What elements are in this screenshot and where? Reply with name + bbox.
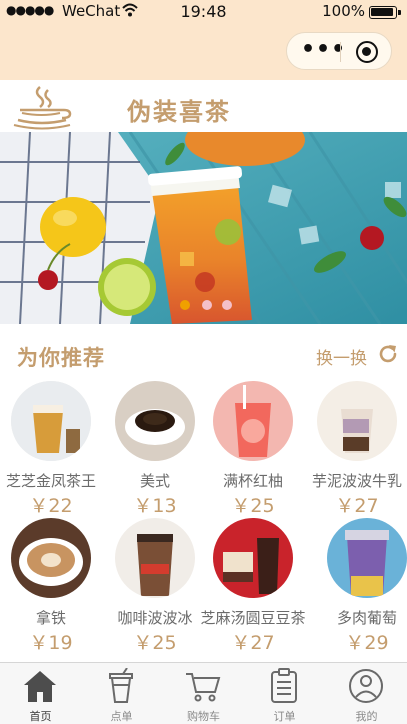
profile-icon xyxy=(349,669,383,703)
tab-label: 首页 xyxy=(29,710,52,723)
refresh-icon[interactable] xyxy=(377,343,399,365)
product-price: ￥22 xyxy=(29,495,73,517)
cup-icon xyxy=(109,668,133,703)
page-header: 伪装喜茶 xyxy=(0,80,407,132)
coffee-logo-icon xyxy=(13,86,72,130)
section-title: 为你推荐 xyxy=(17,346,105,370)
banner-carousel[interactable] xyxy=(0,132,407,324)
tab-home[interactable]: 首页 xyxy=(0,663,81,724)
product-image xyxy=(11,381,91,461)
battery-icon xyxy=(369,6,401,19)
product-name: 芝麻汤圆豆豆茶 xyxy=(200,609,306,627)
product-item[interactable]: 芋泥波波牛乳 ￥27 xyxy=(307,381,407,517)
product-image xyxy=(327,518,407,598)
product-image xyxy=(115,518,195,598)
product-name: 芋泥波波牛乳 xyxy=(311,472,402,490)
cart-icon xyxy=(186,673,221,702)
refresh-button[interactable]: 换一换 xyxy=(316,344,367,369)
tab-cart[interactable]: 购物车 xyxy=(163,663,244,724)
product-price: ￥27 xyxy=(231,632,275,654)
product-image xyxy=(115,381,195,461)
product-price: ￥19 xyxy=(29,632,73,654)
tab-orders[interactable]: 订单 xyxy=(244,663,325,724)
tab-label: 购物车 xyxy=(187,710,220,723)
tab-label: 我的 xyxy=(355,710,378,723)
product-image xyxy=(213,518,293,598)
product-item[interactable]: 多肉葡萄 ￥29 xyxy=(317,518,407,654)
product-price: ￥29 xyxy=(345,632,389,654)
product-name: 多肉葡萄 xyxy=(336,609,397,627)
brand-title: 伪装喜茶 xyxy=(127,98,231,126)
product-item[interactable]: 芝芝金凤茶王 ￥22 xyxy=(1,381,101,517)
product-image xyxy=(317,381,397,461)
product-item[interactable]: 咖啡波波冰 ￥25 xyxy=(105,518,205,654)
product-item[interactable]: 美式 ￥13 xyxy=(105,381,205,517)
tab-profile[interactable]: 我的 xyxy=(326,663,407,724)
mini-program-capsule: ••• xyxy=(286,32,392,70)
product-name: 满杯红柚 xyxy=(222,472,283,490)
carousel-indicator-2[interactable] xyxy=(202,300,212,310)
banner-image xyxy=(0,132,407,324)
battery-percent: 100% xyxy=(322,2,365,20)
tab-order-menu[interactable]: 点单 xyxy=(81,663,162,724)
tab-bar: 首页 点单 购物车 订单 我的 xyxy=(0,662,407,724)
tab-label: 点单 xyxy=(110,710,133,723)
close-mini-program-icon[interactable] xyxy=(356,41,378,63)
navigation-bar: ●●●●● WeChat 19:48 100% ••• xyxy=(0,0,407,80)
capsule-divider xyxy=(340,42,341,62)
order-icon xyxy=(271,668,297,703)
product-image xyxy=(11,518,91,598)
product-item[interactable]: 芝麻汤圆豆豆茶 ￥27 xyxy=(200,518,306,654)
product-price: ￥25 xyxy=(133,632,177,654)
home-icon xyxy=(24,671,56,702)
tab-label: 订单 xyxy=(273,710,296,723)
carousel-indicator-1[interactable] xyxy=(180,300,190,310)
product-image xyxy=(213,381,293,461)
product-item[interactable]: 拿铁 ￥19 xyxy=(1,518,101,654)
carousel-indicator-3[interactable] xyxy=(222,300,232,310)
product-price: ￥13 xyxy=(133,495,177,517)
product-price: ￥25 xyxy=(231,495,275,517)
product-item[interactable]: 满杯红柚 ￥25 xyxy=(203,381,303,517)
status-bar: ●●●●● WeChat 19:48 100% xyxy=(0,0,407,24)
product-price: ￥27 xyxy=(335,495,379,517)
